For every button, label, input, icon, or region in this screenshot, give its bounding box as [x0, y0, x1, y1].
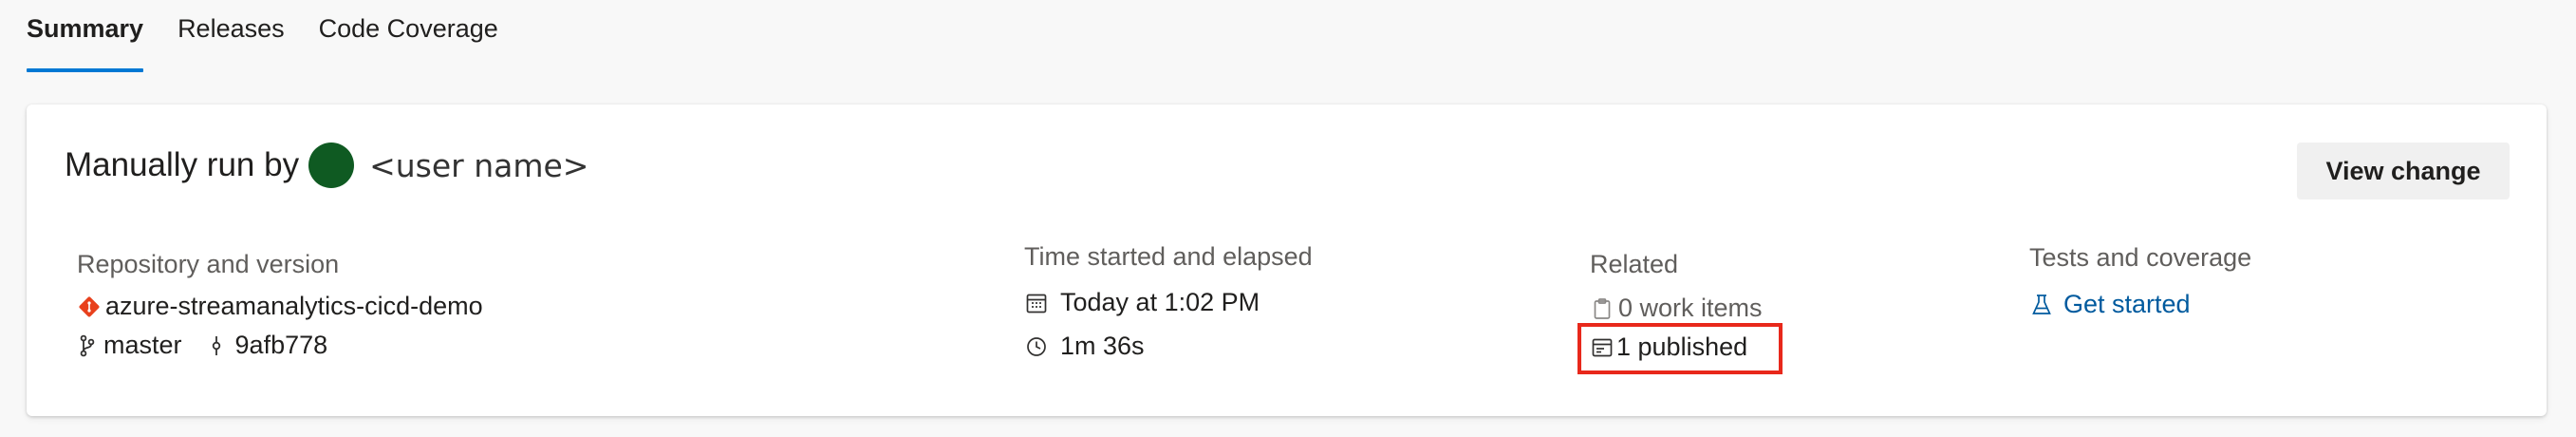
run-by-header: Manually run by <user name> [65, 142, 588, 188]
view-change-button[interactable]: View change [2297, 142, 2510, 200]
tab-summary[interactable]: Summary [27, 0, 144, 72]
commit-icon [209, 333, 224, 358]
beaker-icon [2029, 293, 2054, 317]
work-items-count[interactable]: 0 work items [1618, 294, 1763, 323]
related-section: Related 0 work items 1 published [1590, 250, 1763, 362]
repository-name[interactable]: azure-streamanalytics-cicd-demo [105, 292, 483, 321]
time-label: Time started and elapsed [1024, 242, 1313, 271]
clock-icon [1024, 334, 1049, 359]
time-started-row: Today at 1:02 PM [1024, 288, 1313, 317]
tab-releases[interactable]: Releases [177, 0, 285, 72]
time-elapsed-row: 1m 36s [1024, 332, 1313, 361]
artifact-icon [1590, 335, 1615, 360]
repository-section: Repository and version azure-streamanaly… [77, 250, 483, 360]
get-started-link[interactable]: Get started [2063, 290, 2191, 319]
calendar-icon [1024, 291, 1049, 315]
repository-label: Repository and version [77, 250, 340, 278]
time-section: Time started and elapsed Today at 1:02 P… [1024, 242, 1313, 361]
version-row: master 9afb778 [77, 331, 483, 360]
branch-name[interactable]: master [103, 331, 182, 360]
run-summary-card: Manually run by <user name> View change … [27, 104, 2547, 416]
tab-bar: Summary Releases Code Coverage [27, 0, 532, 72]
related-label: Related [1590, 250, 1679, 278]
time-started: Today at 1:02 PM [1060, 288, 1260, 316]
tests-row: Get started [2029, 290, 2251, 319]
tests-label: Tests and coverage [2029, 243, 2252, 272]
tab-code-coverage[interactable]: Code Coverage [319, 0, 498, 72]
clipboard-icon [1590, 296, 1615, 321]
commit-id[interactable]: 9afb778 [235, 331, 328, 360]
time-elapsed: 1m 36s [1060, 332, 1145, 360]
git-repo-icon [77, 294, 102, 319]
avatar[interactable] [308, 142, 355, 188]
work-items-row: 0 work items [1590, 294, 1763, 323]
published-row: 1 published [1590, 332, 1763, 362]
published-count[interactable]: 1 published [1616, 332, 1747, 362]
tests-section: Tests and coverage Get started [2029, 243, 2251, 319]
branch-icon [77, 333, 98, 358]
user-name[interactable]: <user name> [369, 147, 588, 184]
run-by-label: Manually run by [65, 146, 300, 183]
repository-row: azure-streamanalytics-cicd-demo [77, 292, 483, 321]
